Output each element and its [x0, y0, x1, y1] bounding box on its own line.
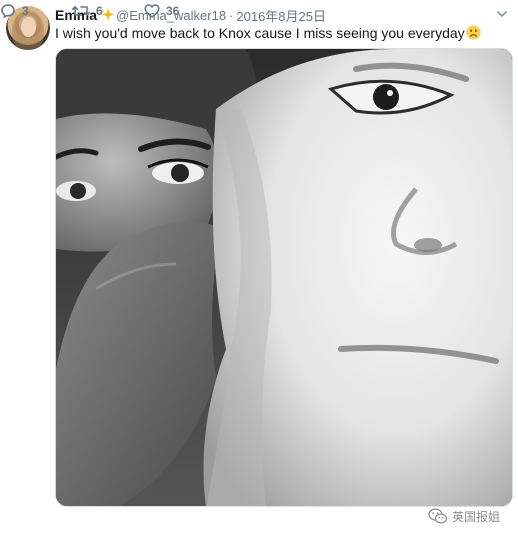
wechat-icon	[428, 508, 448, 524]
tweet: Emma @Emma_walker18 · 2016年8月25日 I wish …	[0, 0, 518, 537]
heart-icon	[144, 4, 160, 18]
retweet-icon	[72, 6, 90, 16]
tweet-text: I wish you'd move back to Knox cause I m…	[55, 24, 481, 42]
tweet-text-body: I wish you'd move back to Knox cause I m…	[55, 25, 465, 41]
reply-action[interactable]: 3	[0, 3, 29, 19]
chevron-down-icon[interactable]	[496, 8, 508, 20]
tweet-photo[interactable]	[55, 48, 513, 507]
selfie-image	[56, 49, 512, 506]
header-separator: ·	[229, 7, 234, 23]
avatar-face	[21, 17, 36, 37]
tweet-date[interactable]: 2016年8月25日	[236, 6, 326, 25]
like-action[interactable]: 36	[144, 3, 179, 19]
retweet-count: 6	[96, 4, 103, 18]
frowning-face-icon	[466, 25, 481, 40]
retweet-action[interactable]: 6	[72, 3, 103, 19]
reply-count: 3	[22, 4, 29, 18]
watermark: 英国报姐	[428, 506, 500, 526]
watermark-label: 英国报姐	[452, 509, 501, 524]
reply-icon	[1, 4, 15, 18]
like-count: 36	[166, 4, 180, 18]
